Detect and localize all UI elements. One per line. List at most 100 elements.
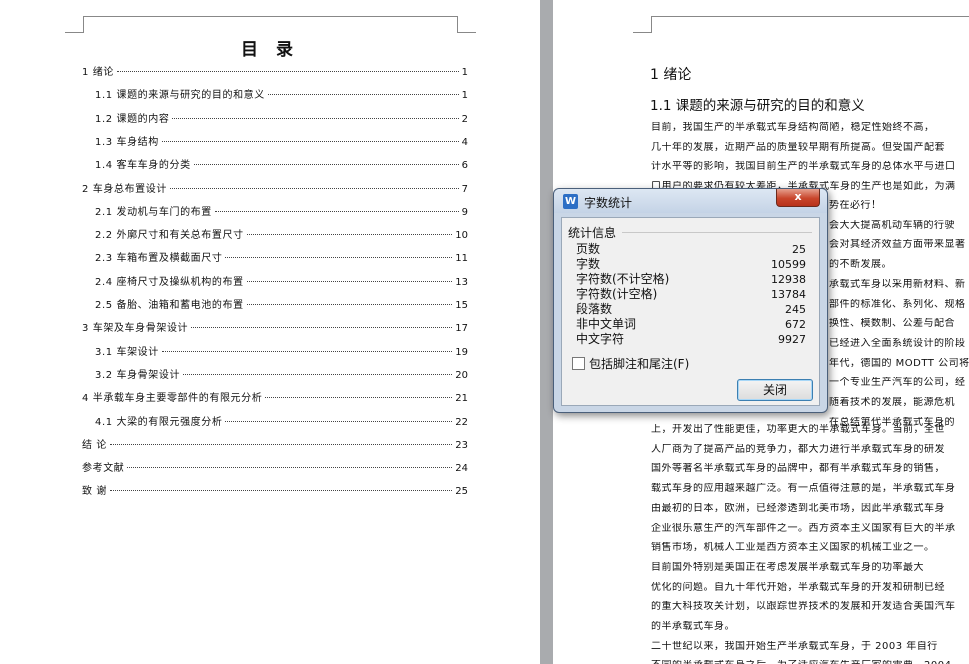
dialog-title: 字数统计 <box>584 196 633 210</box>
stat-row: 字符数(计空格) 13784 <box>576 287 806 302</box>
toc-page-number: 13 <box>455 276 468 288</box>
close-dialog-button[interactable]: 关闭 <box>737 379 813 401</box>
toc-entry: 2.4 座椅尺寸及操纵机构的布置 13 <box>95 275 468 291</box>
toc-entry-text: 3.1 车架设计 <box>95 346 159 358</box>
toc-entry-text: 2.1 发动机与车门的布置 <box>95 206 212 218</box>
stat-row: 中文字符 9927 <box>576 332 806 347</box>
toc-page-number: 11 <box>455 253 468 265</box>
body-text-line: 目前国外特别是美国正在考虑发展半承载式车身的功率最大 <box>651 561 924 573</box>
toc-page-number: 15 <box>455 300 468 311</box>
stat-value: 9927 <box>778 333 806 346</box>
toc-entry: 参考文献 24 <box>82 461 468 477</box>
stat-row: 段落数 245 <box>576 302 806 317</box>
body-text-line: 的重大科技攻关计划，以跟踪世界技术的发展和开发适合美国汽车 <box>651 601 956 613</box>
toc-entry: 4 半承载车身主要零部件的有限元分析 21 <box>82 391 468 407</box>
toc-leader-dots <box>214 210 459 212</box>
stat-row: 字符数(不计空格) 12938 <box>576 272 806 287</box>
toc-entry: 3 车架及车身骨架设计 17 <box>82 321 468 337</box>
toc-entry: 2.5 备胎、油箱和蓄电池的布置 15 <box>95 298 468 314</box>
stat-row: 非中文单词 672 <box>576 317 806 332</box>
stat-label: 字数 <box>576 257 601 271</box>
toc-page-number: 22 <box>455 416 468 428</box>
heading-section: 1.1 课题的来源与研究的目的和意义 <box>650 98 865 114</box>
toc-leader-dots <box>225 420 453 422</box>
stat-label: 字符数(不计空格) <box>576 272 670 286</box>
toc-entry-text: 结 论 <box>82 439 107 451</box>
group-divider <box>622 232 812 233</box>
toc-leader-dots <box>267 94 459 96</box>
include-footnotes-label[interactable]: 包括脚注和尾注(F) <box>589 355 689 372</box>
toc-entry: 1.4 客车车身的分类 6 <box>95 158 468 174</box>
toc-entry: 1.3 车身结构 4 <box>95 135 468 151</box>
body-text-line: 人厂商为了提高产品的竞争力，都大力进行半承载式车身的研发 <box>651 443 945 455</box>
toc-page-number: 2 <box>461 113 468 125</box>
toc-page-number: 24 <box>455 463 468 475</box>
body-text-line: 已经进入全面系统设计的阶段 <box>829 337 966 349</box>
toc-entry: 2 车身总布置设计 7 <box>82 182 468 198</box>
body-text-line: 的不断发展。 <box>829 259 892 271</box>
body-text-line: 几十年的发展，近期产品的质量较早期有所提高。但受国产配套 <box>651 141 945 153</box>
body-text-line: 优化的问题。自九十年代开始，半承载式车身的开发和研制已经 <box>651 581 945 593</box>
toc-title: 目 录 <box>241 40 299 60</box>
stat-label: 非中文单词 <box>576 317 637 331</box>
toc-leader-dots <box>191 327 453 329</box>
body-text-line: 换性、模数制、公差与配合 <box>829 318 955 330</box>
toc-entry-text: 3 车架及车身骨架设计 <box>82 323 189 335</box>
toc-entry-text: 4.1 大梁的有限元强度分析 <box>95 416 223 428</box>
toc-entry-text: 3.2 车身骨架设计 <box>95 369 181 381</box>
dialog-titlebar[interactable]: W 字数统计 x <box>554 189 827 213</box>
toc-leader-dots <box>225 257 453 259</box>
body-text-line: 载式车身的应用越来越广泛。有一点值得注意的是，半承载式车身 <box>651 483 956 495</box>
toc-leader-dots <box>246 280 453 282</box>
toc-entry: 结 论 23 <box>82 438 468 454</box>
stat-value: 10599 <box>771 258 806 271</box>
toc-entry: 致 谢 25 <box>82 484 468 500</box>
toc-entry: 2.3 车箱布置及横截面尺寸 11 <box>95 251 468 267</box>
body-text-line: 会对其经济效益方面带来显著 <box>829 239 966 251</box>
toc-leader-dots <box>169 187 459 189</box>
toc-leader-dots <box>172 117 459 119</box>
toc-entry: 2.1 发动机与车门的布置 9 <box>95 205 468 221</box>
toc-entry-text: 2.4 座椅尺寸及操纵机构的布置 <box>95 276 244 288</box>
close-button[interactable]: x <box>776 189 820 207</box>
body-text-line: 的半承载式车身。 <box>651 621 735 632</box>
crop-mark <box>65 16 84 33</box>
toc-page-number: 6 <box>461 160 468 172</box>
body-text-line: 企业很乐意生产的汽车部件之一。西方资本主义国家有巨大的半承 <box>651 522 956 534</box>
body-text-line: 由最初的日本，欧洲，已经渗透到北美市场，因此半承载式车身 <box>651 502 945 514</box>
toc-entry: 2.2 外廓尺寸和有关总布置尺寸 10 <box>95 228 468 244</box>
toc-page-number: 4 <box>461 136 468 148</box>
body-text-line: 承载式车身以采用新材料、新 <box>829 278 966 290</box>
toc-page-number: 23 <box>455 439 468 451</box>
toc-entry-text: 1.1 课题的来源与研究的目的和意义 <box>95 90 265 102</box>
body-text-line: 目前，我国生产的半承载式车身结构简陋，稳定性始终不高， <box>651 122 935 133</box>
toc-entry: 4.1 大梁的有限元强度分析 22 <box>95 415 468 431</box>
toc-page-number: 10 <box>455 230 468 242</box>
toc-entry-text: 2.3 车箱布置及横截面尺寸 <box>95 253 223 265</box>
stat-label: 字符数(计空格) <box>576 287 658 301</box>
toc-leader-dots <box>161 350 453 352</box>
toc-leader-dots <box>246 304 453 305</box>
toc-entry: 1.1 课题的来源与研究的目的和意义 1 <box>95 88 468 104</box>
toc-page-number: 19 <box>455 346 468 358</box>
toc-entry-text: 2.2 外廓尺寸和有关总布置尺寸 <box>95 230 244 242</box>
group-label: 统计信息 <box>568 226 617 240</box>
toc-entry: 3.2 车身骨架设计 20 <box>95 368 468 384</box>
body-text-line: 上，开发出了性能更佳，功率更大的半承载式车身。当前，全世 <box>651 424 945 435</box>
stat-row: 字数 10599 <box>576 257 806 272</box>
toc-page-number: 7 <box>461 183 468 195</box>
toc-leader-dots <box>109 443 453 445</box>
toc-page-number: 25 <box>455 486 468 498</box>
stat-value: 13784 <box>771 288 806 301</box>
header-rule <box>83 16 457 17</box>
body-text-line: 随着技术的发展，能源危机 <box>829 397 955 408</box>
toc-page-number: 20 <box>455 369 468 381</box>
dialog-content: 统计信息 页数 25 字数 10599 字符数(不计空格) 12938 字符数(计空格) 13… <box>561 217 820 406</box>
include-footnotes-checkbox[interactable] <box>572 357 585 370</box>
body-text-line: 部件的标准化、系列化、规格 <box>829 298 966 310</box>
toc-leader-dots <box>265 397 453 399</box>
toc-leader-dots <box>116 71 459 72</box>
toc-entry-text: 2 车身总布置设计 <box>82 183 167 195</box>
toc-entry: 3.1 车架设计 19 <box>95 345 468 361</box>
body-text-line: 销售市场，机械人工业是西方资本主义国家的机械工业之一。 <box>651 542 935 554</box>
